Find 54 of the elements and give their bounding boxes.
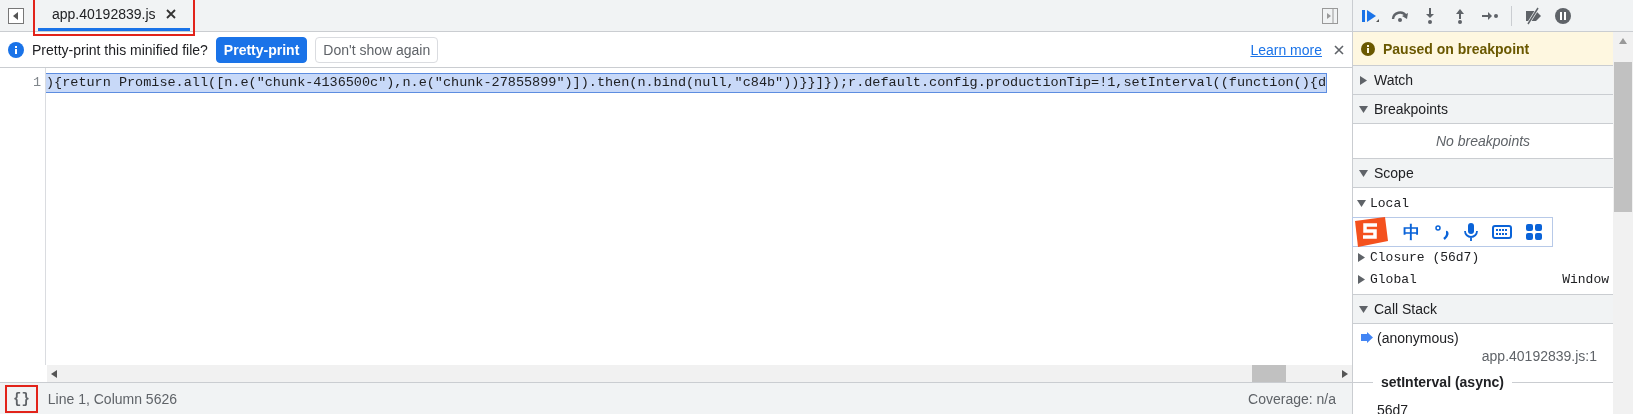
cursor-position: Line 1, Column 5626 [47, 390, 177, 407]
scope-name: Local [1370, 195, 1409, 211]
pause-icon[interactable] [1554, 6, 1572, 25]
async-separator: setInterval (async) [1381, 374, 1504, 390]
scope-name: Closure (56d7) [1370, 249, 1480, 265]
section-title: Watch [1374, 72, 1414, 88]
collapsed-arrow-icon[interactable] [1357, 252, 1366, 262]
scrollbar-thumb[interactable] [1252, 365, 1286, 382]
scope-item[interactable]: Closure (56d7) [1357, 246, 1613, 268]
expanded-arrow-icon[interactable] [1359, 104, 1368, 114]
coverage-status: Coverage: n/a [1248, 390, 1336, 407]
dismiss-button[interactable]: Don't show again [315, 36, 439, 63]
paused-banner: Paused on breakpoint [1353, 32, 1613, 66]
navigator-toggle-icon[interactable] [8, 7, 24, 24]
line-number: 1 [31, 74, 42, 92]
pretty-print-button[interactable]: Pretty-print [215, 36, 308, 63]
info-icon [8, 41, 24, 58]
grid-icon[interactable] [1526, 224, 1542, 240]
punctuation-icon[interactable] [1434, 224, 1450, 240]
scroll-left-icon[interactable] [51, 369, 57, 378]
format-button[interactable]: {} [7, 386, 36, 411]
frame-name: (anonymous) [1377, 330, 1460, 346]
scope-value: Window [1562, 271, 1609, 287]
scope-item[interactable]: Local [1357, 192, 1613, 214]
input-mode-toggle[interactable]: 中 [1403, 220, 1420, 244]
section-header[interactable]: Watch [1353, 66, 1613, 95]
section-header[interactable]: Scope [1353, 159, 1613, 188]
ime-logo-icon[interactable] [1353, 217, 1389, 247]
horizontal-scrollbar[interactable] [47, 365, 1352, 382]
microphone-icon[interactable] [1464, 223, 1478, 241]
keyboard-icon[interactable] [1492, 225, 1512, 239]
collapsed-arrow-icon[interactable] [1359, 75, 1368, 85]
section-header[interactable]: Call Stack [1353, 295, 1613, 324]
vertical-scrollbar[interactable] [1613, 32, 1633, 414]
section-title: Breakpoints [1374, 101, 1448, 117]
learn-more-link[interactable]: Learn more [1250, 41, 1322, 58]
expanded-arrow-icon[interactable] [1357, 198, 1366, 208]
scope-item[interactable]: Global Window [1357, 268, 1613, 290]
deactivate-breakpoints-icon[interactable] [1524, 6, 1542, 25]
expanded-arrow-icon[interactable] [1359, 304, 1368, 314]
expanded-arrow-icon[interactable] [1359, 168, 1368, 178]
section-title: Scope [1374, 165, 1414, 181]
section-header[interactable]: Breakpoints [1353, 95, 1613, 124]
scroll-right-icon[interactable] [1342, 369, 1348, 378]
infobar-message: Pretty-print this minified file? [32, 41, 208, 58]
collapsed-arrow-icon[interactable] [1357, 274, 1366, 284]
sidebar-toggle-icon[interactable] [1322, 7, 1338, 24]
frame-location: app.40192839.js:1 [1480, 348, 1598, 364]
file-tab[interactable]: app.40192839.js [38, 0, 190, 31]
close-icon[interactable] [165, 9, 176, 19]
scope-name: Global [1370, 271, 1417, 287]
section-title: Call Stack [1374, 301, 1438, 317]
close-icon[interactable] [1334, 44, 1344, 55]
call-frame[interactable]: (anonymous) app.40192839.js:1 [1353, 324, 1613, 368]
